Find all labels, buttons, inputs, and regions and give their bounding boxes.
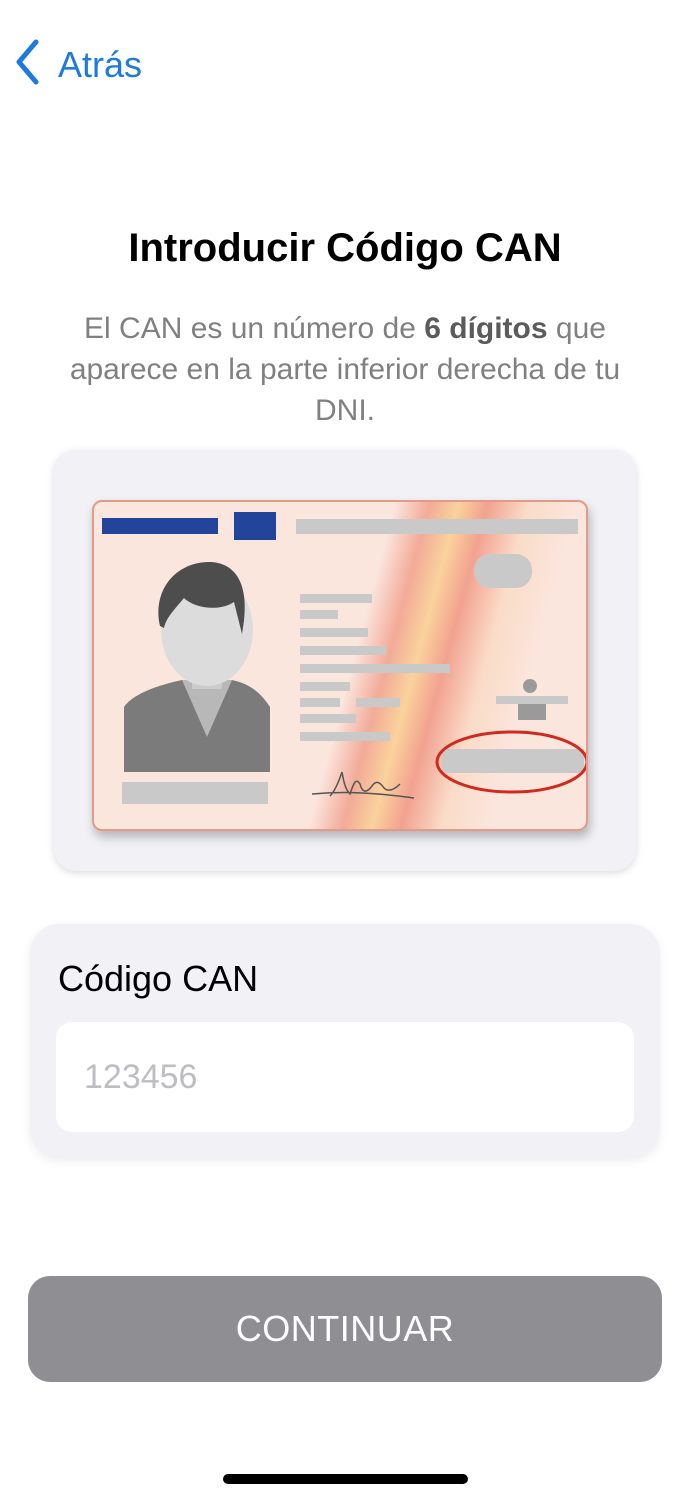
dni-card-illustration: [92, 500, 588, 831]
can-field-label: Código CAN: [58, 958, 259, 999]
chevron-left-icon: [14, 38, 42, 91]
page-title: Introducir Código CAN: [128, 226, 562, 270]
dni-illustration-frame: [54, 450, 636, 871]
description-text: El CAN es un número de 6 dígitos que apa…: [40, 308, 650, 431]
home-indicator: [223, 1474, 468, 1484]
portrait-image: [124, 562, 270, 772]
can-code-input[interactable]: [56, 1022, 634, 1132]
back-button[interactable]: Atrás: [14, 38, 142, 91]
can-entry-screen: Atrás Introducir Código CAN El CAN es un…: [0, 0, 690, 1500]
continue-button[interactable]: CONTINUAR: [28, 1276, 662, 1382]
can-form-card: Código CAN: [30, 924, 660, 1158]
description-part-1: El CAN es un número de: [84, 312, 425, 345]
back-label: Atrás: [58, 43, 143, 85]
description-bold: 6 dígitos: [424, 312, 548, 345]
